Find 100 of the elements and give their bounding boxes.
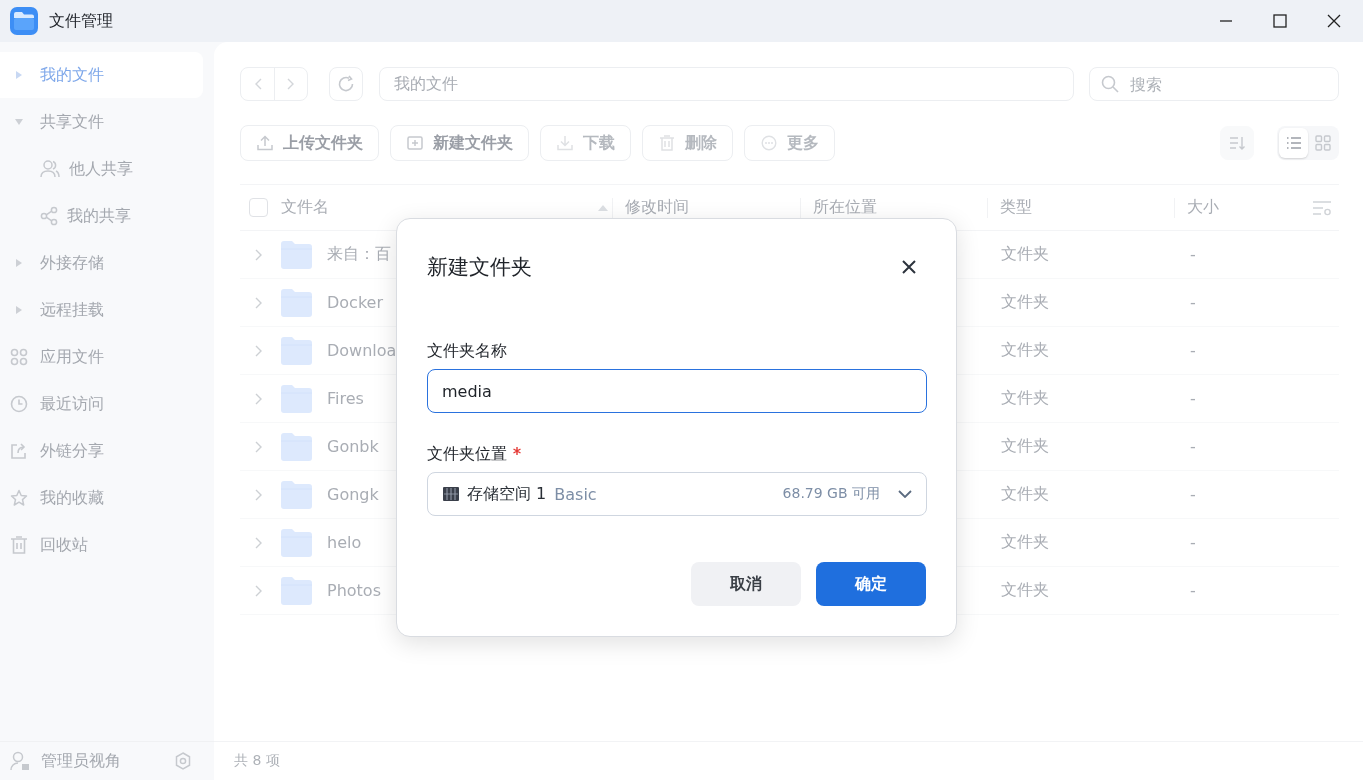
clock-icon (10, 395, 28, 413)
file-name[interactable]: Fires (327, 389, 364, 408)
sidebar-item[interactable]: 外接存储 (0, 240, 203, 286)
folder-icon (281, 528, 312, 557)
sidebar-item[interactable]: 我的收藏 (0, 475, 203, 521)
sidebar-item[interactable]: 远程挂载 (0, 287, 203, 333)
table-cell: - (1190, 341, 1196, 360)
table-cell: 文件夹 (1001, 388, 1049, 409)
folder-icon (281, 576, 312, 605)
sidebar-item[interactable]: 我的共享 (0, 193, 203, 239)
chevron-right-icon[interactable] (255, 344, 263, 357)
table-cell: 文件夹 (1001, 484, 1049, 505)
folder-plus-icon (407, 135, 423, 151)
table-cell: 文件夹 (1001, 436, 1049, 457)
list-icon (1285, 135, 1302, 151)
file-name[interactable]: helo (327, 533, 362, 552)
app-logo-icon (10, 7, 38, 35)
column-header[interactable]: 修改时间 (625, 197, 689, 218)
column-settings-icon[interactable] (1312, 199, 1332, 216)
column-header[interactable]: 所在位置 (813, 197, 877, 218)
close-icon[interactable] (1327, 14, 1341, 28)
search-icon (1101, 75, 1119, 93)
folder-name-field[interactable]: media (427, 369, 927, 413)
refresh-button[interactable] (329, 67, 363, 101)
table-cell: 文件夹 (1001, 532, 1049, 553)
sidebar-item[interactable]: 我的文件 (0, 52, 203, 98)
chevron-right-icon[interactable] (255, 584, 263, 597)
sidebar-item[interactable]: 他人共享 (0, 146, 203, 192)
select-all-checkbox[interactable] (249, 198, 268, 217)
file-name[interactable]: Photos (327, 581, 381, 600)
folder-icon (281, 432, 312, 461)
maximize-icon[interactable] (1273, 14, 1287, 28)
dialog-title: 新建文件夹 (427, 254, 532, 281)
search-field[interactable]: 搜索 (1089, 67, 1339, 101)
file-name[interactable]: Downloa (327, 341, 397, 360)
column-header[interactable]: 文件名 (281, 197, 329, 218)
people-icon (40, 159, 60, 179)
column-header[interactable]: 大小 (1187, 197, 1219, 218)
sort-up-icon (598, 204, 608, 211)
sidebar-item[interactable]: 外链分享 (0, 428, 203, 474)
file-name[interactable]: Gonbk (327, 437, 379, 456)
folder-icon (281, 480, 312, 509)
window-title: 文件管理 (49, 10, 113, 32)
admin-view-label: 管理员视角 (41, 750, 122, 772)
storage-icon (443, 486, 459, 502)
field-label: 文件夹名称 (427, 341, 507, 362)
settings-icon[interactable] (174, 752, 192, 770)
path-field[interactable]: 我的文件 (379, 67, 1074, 101)
trash-icon (659, 135, 675, 151)
folder-icon (281, 384, 312, 413)
share-icon (40, 206, 58, 226)
table-cell: - (1190, 437, 1196, 456)
file-name[interactable]: Docker (327, 293, 384, 312)
folder-icon (281, 336, 312, 365)
sort-icon (1229, 135, 1245, 151)
table-cell: - (1190, 485, 1196, 504)
table-cell: - (1190, 533, 1196, 552)
file-name[interactable]: 来自：百 (327, 244, 391, 265)
folder-icon (281, 288, 312, 317)
item-count: 共 8 项 (234, 752, 280, 770)
grid-icon (1314, 135, 1331, 151)
sort-button[interactable] (1220, 126, 1254, 160)
table-cell: - (1190, 245, 1196, 264)
download-icon (557, 135, 573, 151)
confirm-button[interactable]: 确定 (816, 562, 926, 606)
field-label: 文件夹位置 (427, 444, 507, 465)
star-icon (10, 489, 28, 507)
table-cell: - (1190, 293, 1196, 312)
table-cell: - (1190, 581, 1196, 600)
close-icon (902, 260, 916, 274)
chevron-right-icon (287, 78, 295, 90)
share-out-icon (10, 442, 28, 460)
chevron-right-icon[interactable] (255, 392, 263, 405)
chevron-right-icon[interactable] (255, 488, 263, 501)
chevron-right-icon[interactable] (255, 248, 263, 261)
table-cell: 文件夹 (1001, 292, 1049, 313)
list-view-button[interactable] (1279, 128, 1308, 158)
chevron-right-icon[interactable] (255, 296, 263, 309)
file-name[interactable]: Gongk (327, 485, 379, 504)
chevron-right-icon[interactable] (255, 536, 263, 549)
folder-icon (281, 240, 312, 269)
action-button[interactable]: 上传文件夹 (240, 125, 379, 161)
location-select[interactable]: 存储空间 1 Basic 68.79 GB 可用 (427, 472, 927, 516)
action-button[interactable]: 新建文件夹 (390, 125, 529, 161)
refresh-icon (337, 75, 355, 93)
table-cell: 文件夹 (1001, 580, 1049, 601)
column-header[interactable]: 类型 (1000, 197, 1032, 218)
chevron-down-icon (898, 490, 912, 498)
table-cell: - (1190, 389, 1196, 408)
sidebar-item[interactable]: 回收站 (0, 522, 203, 568)
sidebar-item[interactable]: 共享文件 (0, 99, 203, 145)
chevron-right-icon[interactable] (255, 440, 263, 453)
sidebar-item[interactable]: 应用文件 (0, 334, 203, 380)
table-cell: 文件夹 (1001, 340, 1049, 361)
more-icon (761, 135, 777, 151)
upload-icon (257, 135, 273, 151)
grid-icon (10, 348, 28, 366)
cancel-button[interactable]: 取消 (691, 562, 801, 606)
table-cell: 文件夹 (1001, 244, 1049, 265)
sidebar-item[interactable]: 最近访问 (0, 381, 203, 427)
